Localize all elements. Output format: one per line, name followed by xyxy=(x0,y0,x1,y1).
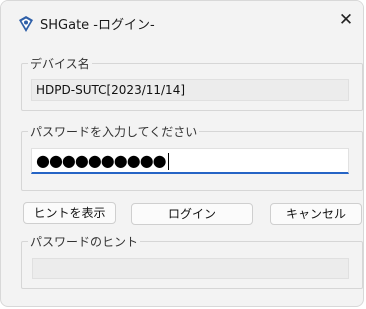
password-hint-label: パスワードのヒント xyxy=(28,233,141,250)
login-button[interactable]: ログイン xyxy=(131,203,253,225)
password-hint-field xyxy=(32,258,349,279)
password-masked-text: ●●●●●●●●●● xyxy=(36,151,167,170)
device-name-label: デバイス名 xyxy=(28,55,92,72)
password-label: パスワードを入力してください xyxy=(28,123,200,140)
window-title: SHGate -ログイン- xyxy=(40,18,155,33)
login-dialog: SHGate -ログイン- ✕ デバイス名 HDPD-SUTC[2023/11/… xyxy=(0,0,364,307)
title-bar[interactable]: SHGate -ログイン- ✕ xyxy=(1,1,363,41)
cancel-button[interactable]: キャンセル xyxy=(270,203,362,225)
password-input[interactable]: ●●●●●●●●●● xyxy=(31,148,349,174)
text-caret xyxy=(167,153,169,170)
device-name-field: HDPD-SUTC[2023/11/14] xyxy=(31,79,349,101)
close-icon[interactable]: ✕ xyxy=(329,5,363,35)
app-shield-icon xyxy=(19,16,33,32)
show-hint-button[interactable]: ヒントを表示 xyxy=(23,202,116,224)
